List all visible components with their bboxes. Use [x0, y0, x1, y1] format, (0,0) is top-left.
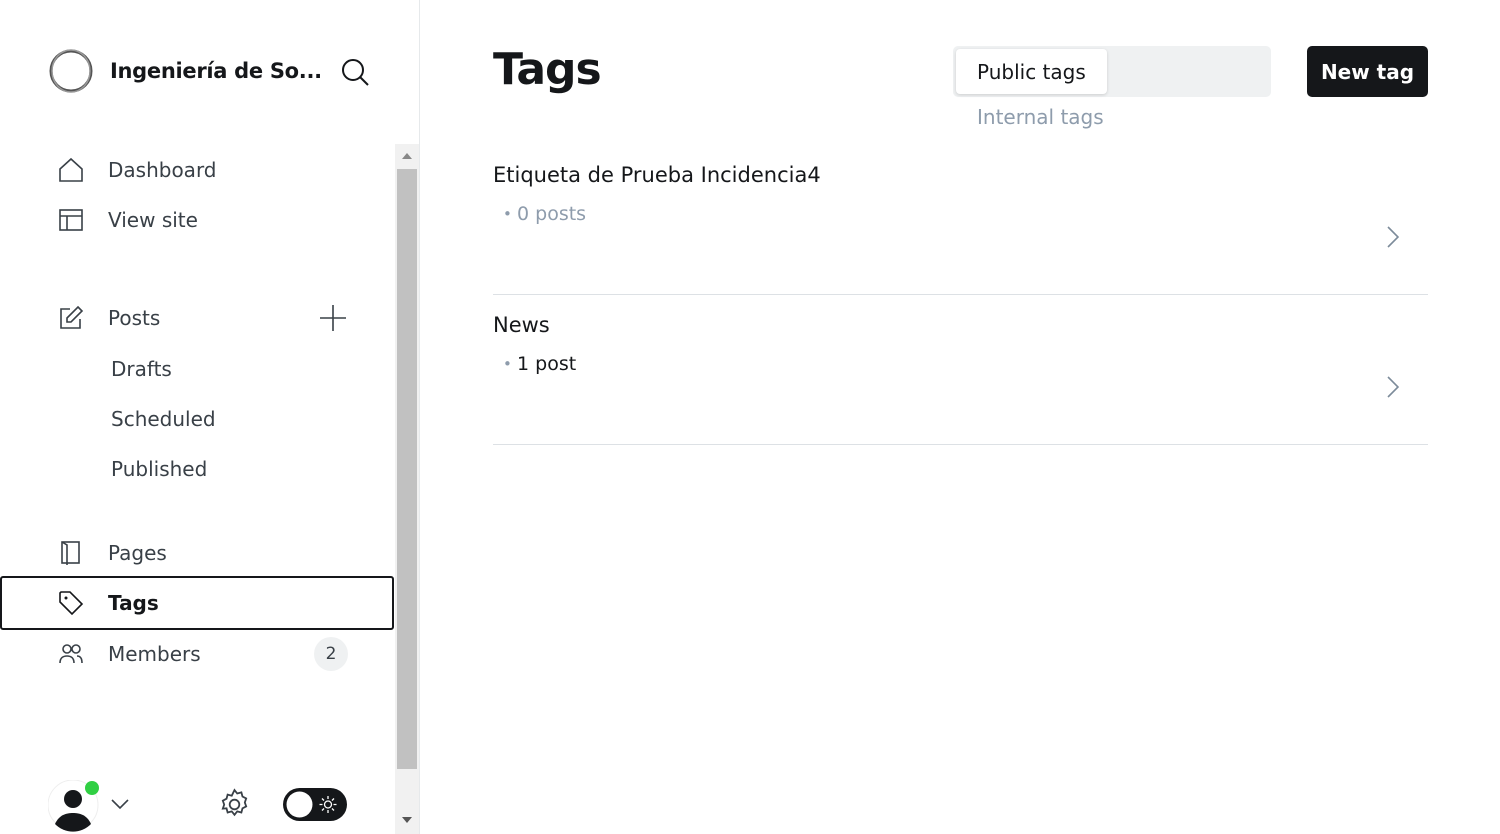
sidebar-item-view-site[interactable]: View site — [0, 195, 394, 245]
user-avatar[interactable] — [48, 780, 148, 834]
new-tag-button[interactable]: New tag — [1307, 46, 1428, 97]
members-count-badge: 2 — [314, 637, 348, 671]
tag-icon — [59, 591, 84, 616]
sidebar-item-label: Drafts — [111, 357, 172, 381]
chevron-right-icon — [1387, 226, 1400, 248]
gear-icon[interactable] — [218, 788, 251, 821]
sidebar-item-label: Tags — [108, 591, 159, 615]
sidebar-item-scheduled[interactable]: Scheduled — [0, 394, 394, 444]
sidebar-item-posts[interactable]: Posts — [0, 293, 394, 343]
theme-toggle[interactable] — [283, 788, 347, 821]
sidebar-item-label: Scheduled — [111, 407, 216, 431]
members-icon — [59, 644, 83, 664]
tag-name: Etiqueta de Prueba Incidencia4 — [493, 163, 821, 187]
sidebar-item-drafts[interactable]: Drafts — [0, 344, 394, 394]
layout-icon — [59, 209, 83, 231]
tag-list-item[interactable]: Etiqueta de Prueba Incidencia4 0 posts — [493, 145, 1428, 295]
new-post-plus-icon[interactable] — [318, 303, 348, 333]
sidebar-item-dashboard[interactable]: Dashboard — [0, 145, 394, 195]
site-logo-icon — [49, 49, 93, 93]
online-status-dot — [85, 781, 99, 795]
tag-post-count: 0 posts — [503, 203, 586, 225]
tab-public-tags[interactable]: Public tags — [956, 49, 1107, 94]
chevron-right-icon — [1387, 376, 1400, 398]
scroll-down-arrow-icon[interactable] — [402, 817, 412, 823]
search-icon[interactable] — [340, 57, 370, 87]
sidebar-scrollbar[interactable] — [395, 144, 419, 834]
page-title: Tags — [493, 44, 602, 95]
sidebar: Ingeniería de So... Dashboard View site … — [0, 0, 420, 834]
sidebar-item-pages[interactable]: Pages — [0, 528, 394, 578]
edit-icon — [60, 305, 84, 329]
site-brand[interactable]: Ingeniería de So... — [48, 48, 322, 94]
scroll-up-arrow-icon[interactable] — [402, 153, 412, 159]
home-icon — [59, 157, 83, 182]
sidebar-item-published[interactable]: Published — [0, 444, 394, 494]
sidebar-item-members[interactable]: Members 2 — [0, 629, 394, 679]
sidebar-item-tags[interactable]: Tags — [0, 576, 394, 630]
tag-name: News — [493, 313, 550, 337]
chevron-down-icon — [111, 799, 129, 810]
sidebar-item-label: Members — [108, 642, 201, 666]
sidebar-item-label: Published — [111, 457, 208, 481]
scrollbar-thumb[interactable] — [397, 169, 417, 769]
tag-post-count[interactable]: 1 post — [503, 353, 576, 375]
sidebar-item-label: Dashboard — [108, 158, 217, 182]
sidebar-item-label: Pages — [108, 541, 167, 565]
site-name: Ingeniería de So... — [110, 59, 322, 83]
sidebar-item-label: Posts — [108, 306, 161, 330]
tab-internal-tags[interactable]: Internal tags — [956, 94, 1125, 139]
sidebar-item-label: View site — [108, 208, 198, 232]
tag-type-tabs: Public tagsInternal tags — [953, 46, 1271, 129]
tag-list-item[interactable]: News 1 post — [493, 295, 1428, 445]
page-icon — [61, 541, 80, 565]
